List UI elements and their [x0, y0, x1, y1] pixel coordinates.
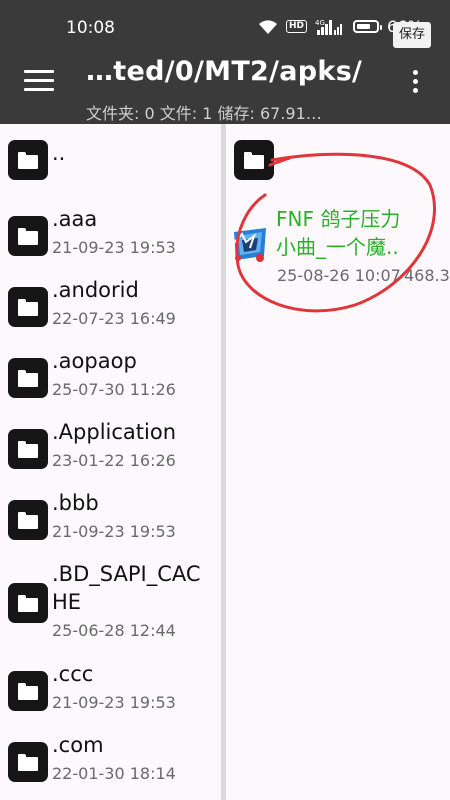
file-date: 21-09-23 19:53 — [52, 522, 176, 541]
folder-icon — [8, 742, 48, 782]
file-date: 22-07-23 16:49 — [52, 309, 176, 328]
list-item[interactable]: .andorid 22-07-23 16:49 — [0, 275, 221, 339]
file-name: .aaa — [52, 207, 98, 231]
right-file-pane[interactable]: .. FNF 鸽子压力 小曲_一个魔.. 25-08-26 10:07 468.… — [226, 124, 450, 800]
list-item[interactable]: .com 22-01-30 18:14 — [0, 730, 221, 794]
wifi-icon — [259, 19, 277, 34]
save-chip[interactable]: 保存 — [393, 22, 431, 48]
apk-size: 468.3 — [404, 266, 450, 285]
file-name: .aopaop — [52, 349, 137, 373]
apk-date: 25-08-26 10:07 — [277, 266, 401, 285]
folder-icon — [8, 671, 48, 711]
folder-icon — [8, 140, 48, 180]
list-item-parent[interactable]: .. — [226, 124, 450, 186]
more-vert-icon[interactable] — [408, 70, 422, 98]
file-name: .com — [52, 733, 104, 757]
file-date: 25-06-28 12:44 — [52, 621, 176, 640]
file-name: .. — [278, 141, 292, 165]
signal-icon: 4G — [315, 19, 343, 35]
list-item-parent[interactable]: .. — [0, 124, 221, 194]
hamburger-menu-icon[interactable] — [24, 70, 54, 94]
hd-icon: HD — [286, 20, 308, 33]
file-name: .Application — [52, 420, 177, 444]
list-item[interactable]: .aaa 21-09-23 19:53 — [0, 204, 221, 268]
folder-icon — [8, 287, 48, 327]
folder-icon — [8, 583, 48, 623]
list-item[interactable]: .bbb 21-09-23 19:53 — [0, 488, 221, 552]
list-item[interactable]: .aopaop 25-07-30 11:26 — [0, 346, 221, 410]
fnf-app-icon — [232, 228, 266, 262]
list-item[interactable]: .BD_SAPI_CAC HE 25-06-28 12:44 — [0, 559, 221, 649]
path-summary: 文件夹: 0 文件: 1 储存: 67.91… — [86, 104, 322, 123]
file-name: .andorid — [52, 278, 139, 302]
list-item-apk[interactable]: FNF 鸽子压力 小曲_一个魔.. 25-08-26 10:07 468.3 — [226, 196, 450, 286]
status-time: 10:08 — [66, 18, 115, 38]
apk-name-line1: FNF 鸽子压力 — [276, 207, 401, 231]
app-header: 10:08 HD 4G 66% 保存 …ted/0/MT2/apks/ 文件夹:… — [0, 0, 450, 124]
list-item[interactable]: .ccc 21-09-23 19:53 — [0, 659, 221, 723]
file-name: .ccc — [52, 662, 94, 686]
folder-icon — [8, 216, 48, 256]
file-name-line1: .BD_SAPI_CAC — [52, 562, 201, 586]
file-date: 23-01-22 16:26 — [52, 451, 176, 470]
file-name-line2: HE — [52, 590, 82, 614]
file-date: 21-09-23 19:53 — [52, 238, 176, 257]
battery-icon — [353, 20, 383, 33]
left-file-pane[interactable]: .. .aaa 21-09-23 19:53 .andorid 22-07-23… — [0, 124, 221, 800]
folder-icon — [234, 140, 274, 180]
file-date: 21-09-23 19:53 — [52, 693, 176, 712]
current-path: …ted/0/MT2/apks/ — [86, 56, 363, 87]
folder-icon — [8, 358, 48, 398]
file-name: .. — [52, 141, 66, 165]
folder-icon — [8, 500, 48, 540]
file-date: 25-07-30 11:26 — [52, 380, 176, 399]
folder-icon — [8, 429, 48, 469]
file-date: 22-01-30 18:14 — [52, 764, 176, 783]
list-item[interactable]: .Application 23-01-22 16:26 — [0, 417, 221, 481]
file-name: .bbb — [52, 491, 99, 515]
apk-name-line2: 小曲_一个魔.. — [276, 235, 399, 259]
svg-text:4G: 4G — [315, 19, 325, 27]
